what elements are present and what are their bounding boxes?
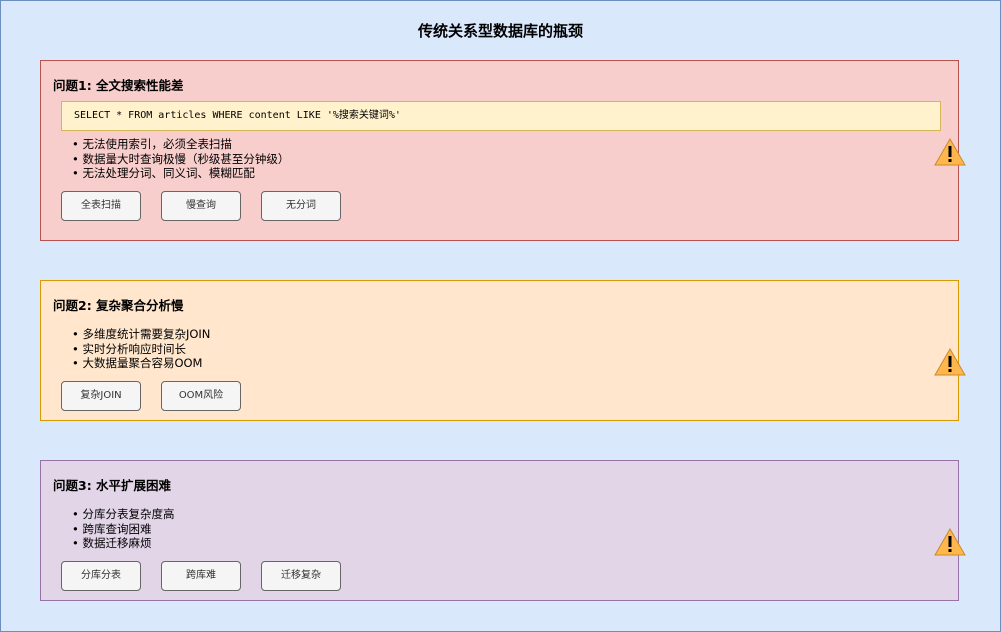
tag-no-tokenizer[interactable]: 无分词 bbox=[261, 191, 341, 221]
tag-migration-complex[interactable]: 迁移复杂 bbox=[261, 561, 341, 591]
problem-3-bullets: • 分库分表复杂度高 • 跨库查询困难 • 数据迁移麻烦 bbox=[72, 507, 174, 551]
problem-3-panel: 问题3: 水平扩展困难 • 分库分表复杂度高 • 跨库查询困难 • 数据迁移麻烦… bbox=[40, 460, 959, 601]
warning-icon bbox=[934, 348, 966, 376]
tag-sharding[interactable]: 分库分表 bbox=[61, 561, 141, 591]
bullet-line: • 实时分析响应时间长 bbox=[72, 341, 186, 356]
bullet-line: • 大数据量聚合容易OOM bbox=[72, 356, 203, 370]
warning-icon bbox=[934, 138, 966, 166]
problem-1-panel: 问题1: 全文搜索性能差 SELECT * FROM articles WHER… bbox=[40, 60, 959, 241]
bullet-line: • 多维度统计需要复杂JOIN bbox=[72, 327, 211, 341]
sql-code-box: SELECT * FROM articles WHERE content LIK… bbox=[61, 101, 941, 131]
bullet-line: • 分库分表复杂度高 bbox=[72, 507, 175, 521]
tag-oom-risk[interactable]: OOM风险 bbox=[161, 381, 241, 411]
problem-1-bullets: • 无法使用索引，必须全表扫描 • 数据量大时查询极慢（秒级甚至分钟级） • 无… bbox=[72, 137, 289, 181]
tag-complex-join[interactable]: 复杂JOIN bbox=[61, 381, 141, 411]
bullet-line: • 无法处理分词、同义词、模糊匹配 bbox=[72, 166, 255, 180]
warning-icon bbox=[934, 528, 966, 556]
bullet-line: • 跨库查询困难 bbox=[72, 521, 152, 536]
tag-cross-db-hard[interactable]: 跨库难 bbox=[161, 561, 241, 591]
bullet-line: • 数据迁移麻烦 bbox=[72, 536, 152, 550]
bullet-line: • 无法使用索引，必须全表扫描 bbox=[72, 137, 232, 151]
problem-3-heading: 问题3: 水平扩展困难 bbox=[53, 478, 172, 493]
problem-2-panel: 问题2: 复杂聚合分析慢 • 多维度统计需要复杂JOIN • 实时分析响应时间长… bbox=[40, 280, 959, 421]
problem-2-bullets: • 多维度统计需要复杂JOIN • 实时分析响应时间长 • 大数据量聚合容易OO… bbox=[72, 327, 210, 371]
bullet-line: • 数据量大时查询极慢（秒级甚至分钟级） bbox=[72, 151, 290, 166]
tag-slow-query[interactable]: 慢查询 bbox=[161, 191, 241, 221]
problem-2-heading: 问题2: 复杂聚合分析慢 bbox=[53, 298, 184, 313]
diagram-title: 传统关系型数据库的瓶颈 bbox=[417, 22, 583, 40]
problem-1-heading: 问题1: 全文搜索性能差 bbox=[53, 78, 184, 93]
tag-full-table-scan[interactable]: 全表扫描 bbox=[61, 191, 141, 221]
